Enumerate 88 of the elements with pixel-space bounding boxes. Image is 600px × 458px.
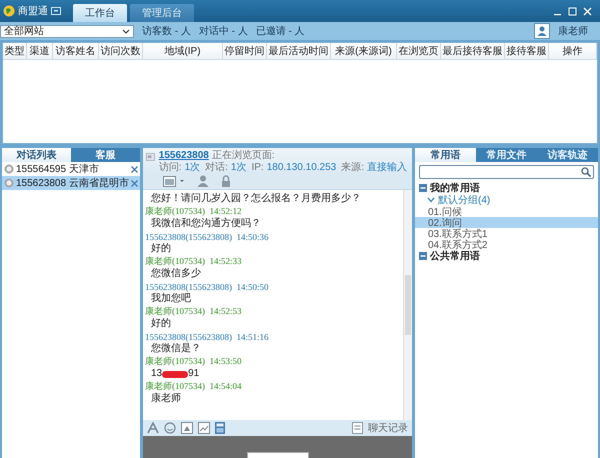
menu-icon[interactable]: [51, 7, 61, 15]
tab[interactable]: 客服: [71, 148, 140, 162]
column-header: 地域(IP): [143, 43, 223, 59]
stat-text: 访客数 - 人: [142, 24, 191, 38]
tab[interactable]: 对话列表: [2, 148, 71, 162]
folder-icon[interactable]: [163, 175, 185, 187]
column-header: 渠道: [27, 43, 53, 59]
info-value: 180.130.10.253: [266, 162, 336, 173]
info-label: 对话:: [205, 162, 228, 173]
redaction-mark: [162, 370, 188, 378]
visitor-link[interactable]: 155623808: [158, 150, 209, 161]
info-value: 1次: [184, 162, 200, 173]
column-header: 在浏览页: [397, 43, 441, 59]
caret-icon[interactable]: [122, 28, 130, 34]
message-text: 康老师: [150, 392, 182, 406]
message-header: 155623808(155623808) 14:50:36: [145, 231, 270, 242]
browsing-label: 正在浏览页面:: [212, 150, 275, 161]
scrollbar[interactable]: [403, 190, 412, 420]
phrase-item[interactable]: 01.问候: [415, 206, 598, 217]
info-label: 访问:: [158, 162, 182, 173]
message-text: 我加您吧: [150, 292, 192, 306]
history-link[interactable]: 聊天记录: [368, 421, 408, 435]
info-value: 直接输入: [367, 162, 407, 173]
tab[interactable]: 工作台: [73, 4, 127, 22]
column-header: 接待客服: [505, 43, 549, 59]
image-icon[interactable]: [181, 422, 193, 434]
maximize-icon[interactable]: [568, 6, 577, 16]
tab[interactable]: 管理后台: [130, 4, 194, 22]
avatar-icon: [146, 150, 155, 164]
phrase-item[interactable]: 02.询问: [415, 217, 598, 228]
calculator-icon[interactable]: [215, 422, 225, 434]
column-header: 访问次数: [99, 43, 143, 59]
tree-group[interactable]: 默认分组(4): [438, 193, 490, 207]
info-label: IP:: [251, 162, 264, 173]
lock-icon[interactable]: [221, 175, 231, 187]
close-icon[interactable]: [131, 166, 138, 172]
phrase-item[interactable]: 04.联系方式2: [415, 239, 598, 250]
message-header: 康老师(107534) 14:52:12: [145, 206, 242, 217]
stat-text: 对话中 - 人: [198, 24, 248, 38]
column-header: 来源(来源词): [331, 43, 397, 59]
chevron-icon[interactable]: [427, 197, 435, 203]
message-header: 康老师(107534) 14:53:50: [145, 356, 242, 367]
collapse-icon[interactable]: [419, 252, 427, 260]
collapse-icon[interactable]: [419, 184, 427, 192]
column-header: 访客姓名: [53, 43, 99, 59]
globe-icon: [3, 5, 15, 17]
search-field[interactable]: [419, 165, 594, 179]
screenshot-icon[interactable]: [198, 422, 210, 434]
conversation-item[interactable]: 155564595 天津市: [2, 162, 140, 176]
message-text: 91: [188, 368, 200, 380]
history-icon[interactable]: [352, 422, 363, 434]
search-icon: [581, 167, 591, 177]
conversation-item[interactable]: 155623808 云南省昆明市: [2, 176, 140, 190]
tree-node[interactable]: 我的常用语: [430, 181, 480, 195]
message-header: 康老师(107534) 14:52:53: [145, 306, 242, 317]
stat-text: 已邀请 - 人: [256, 24, 305, 38]
tree-node[interactable]: 公共常用语: [430, 249, 480, 263]
message-text: 您微信多少: [150, 267, 202, 281]
column-header: 停留时间: [223, 43, 267, 59]
tab[interactable]: 常用语: [415, 148, 476, 162]
message-text: 13: [151, 368, 162, 380]
tab[interactable]: 访客轨迹: [537, 148, 598, 162]
app-name: 商盟通: [18, 4, 48, 18]
site-select[interactable]: 全部网站: [0, 24, 134, 38]
column-header: 最后活动时间: [267, 43, 331, 59]
message-header: 155623808(155623808) 14:50:50: [145, 281, 270, 292]
message-text: 您微信是？: [150, 342, 202, 356]
message-text: 好的: [150, 317, 172, 331]
person-icon[interactable]: [197, 175, 209, 187]
info-value: 1次: [230, 162, 246, 173]
tab[interactable]: 常用文件: [476, 148, 537, 162]
message-header: 155623808(155623808) 14:51:16: [145, 331, 270, 342]
close-icon[interactable]: [131, 180, 138, 186]
button[interactable]: [246, 452, 308, 458]
message-header: 康老师(107534) 14:52:33: [145, 256, 242, 267]
message-text: 好的: [150, 242, 172, 256]
user-name: 康老师: [558, 24, 588, 38]
column-header: 最后接待客服: [441, 43, 505, 59]
column-header: 操作: [549, 43, 597, 59]
message-header: 康老师(107534) 14:54:04: [145, 381, 242, 392]
message-text: 您好！请问几岁入园？怎么报名？月费用多少？: [150, 192, 362, 206]
emoji-icon[interactable]: [164, 422, 176, 434]
message-text: 我微信和您沟通方便吗？: [150, 217, 262, 231]
user-icon: [534, 23, 550, 39]
info-label: 来源:: [341, 162, 364, 173]
column-header: 类型: [3, 43, 27, 59]
phrase-item[interactable]: 03.联系方式1: [415, 228, 598, 239]
font-icon[interactable]: [147, 422, 159, 434]
